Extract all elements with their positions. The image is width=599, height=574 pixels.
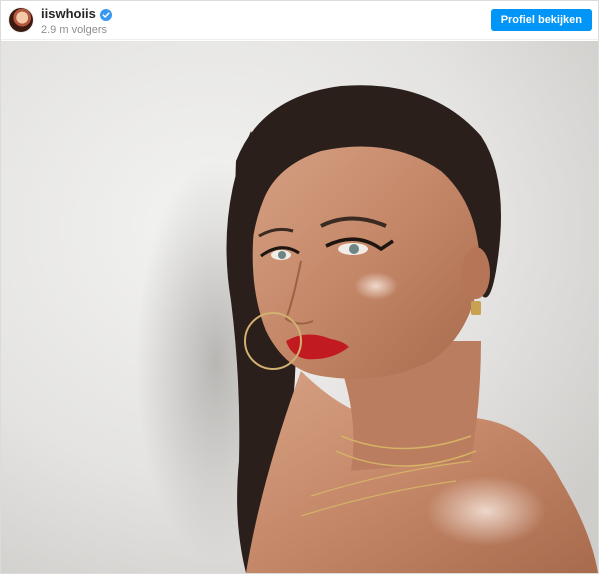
portrait-illustration	[1, 41, 598, 573]
ear	[462, 247, 490, 299]
avatar[interactable]	[9, 8, 33, 32]
embed-header: iiswhoiis 2.9 m volgers Profiel bekijken	[1, 1, 598, 40]
cheek-highlight	[354, 272, 398, 300]
user-row: iiswhoiis	[41, 6, 112, 22]
follower-count: 2.9 m volgers	[41, 24, 108, 36]
verified-badge-icon	[99, 8, 112, 21]
right-iris	[349, 244, 359, 254]
view-profile-button[interactable]: Profiel bekijken	[490, 9, 592, 31]
shoulder-highlight	[426, 476, 546, 546]
post-photo[interactable]	[1, 41, 598, 573]
username[interactable]: iiswhoiis	[41, 6, 96, 22]
user-info: iiswhoiis 2.9 m volgers	[41, 6, 112, 37]
lock-earring-icon	[471, 301, 481, 315]
left-iris	[278, 251, 286, 259]
instagram-embed: iiswhoiis 2.9 m volgers Profiel bekijken	[0, 0, 599, 574]
